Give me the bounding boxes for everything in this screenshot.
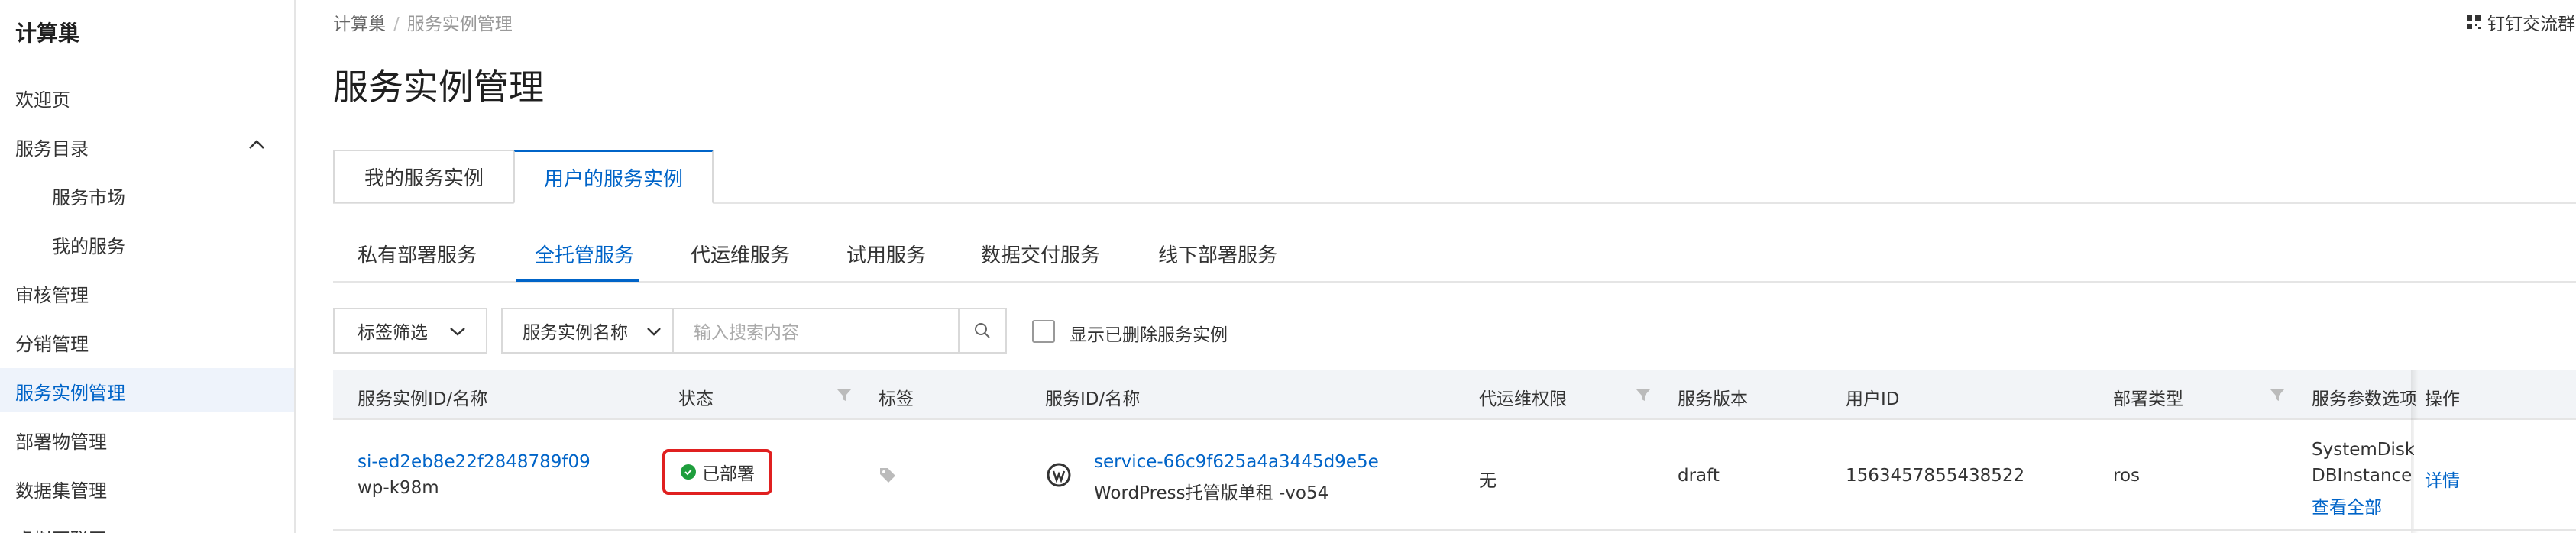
params-line: SystemDisk (2312, 440, 2416, 460)
chevron-down-icon (647, 328, 661, 336)
sidebar-item-review[interactable]: 审核管理 (15, 280, 89, 307)
search-field-label: 服务实例名称 (523, 323, 628, 343)
sidebar-item-service-catalog[interactable]: 服务目录 (15, 134, 89, 160)
search-placeholder: 输入搜索内容 (694, 323, 799, 343)
details-link[interactable]: 详情 (2425, 466, 2460, 492)
sidebar-item-distribution[interactable]: 分销管理 (15, 329, 89, 356)
instance-name: wp-k98m (358, 478, 439, 498)
show-deleted-checkbox[interactable] (1032, 320, 1055, 343)
dingtalk-group-link[interactable]: 钉钉交流群 (2466, 9, 2575, 35)
breadcrumb-current: 服务实例管理 (406, 15, 513, 34)
params-line: DBInstance (2312, 466, 2413, 486)
status-badge: 已部署 (662, 449, 772, 495)
sidebar-item-datasets[interactable]: 数据集管理 (15, 476, 107, 502)
filter-icon[interactable] (2269, 386, 2286, 403)
deploy-type-value: ros (2113, 466, 2141, 486)
subtab-data-delivery[interactable]: 数据交付服务 (981, 240, 1100, 268)
column-header-service: 服务ID/名称 (1045, 389, 1141, 409)
subtabs-divider (333, 281, 2576, 283)
status-text: 已部署 (702, 464, 755, 484)
chevron-down-icon (450, 328, 465, 336)
column-header-ops-permission: 代运维权限 (1479, 389, 1567, 409)
subtab-active-indicator (516, 279, 639, 282)
subtab-offline-deploy[interactable]: 线下部署服务 (1158, 240, 1277, 268)
search-field-select[interactable]: 服务实例名称 (501, 308, 674, 354)
column-header-version: 服务版本 (1678, 389, 1748, 409)
tag-icon[interactable] (879, 466, 897, 484)
user-id-value: 1563457855438522 (1846, 466, 2025, 486)
search-button[interactable] (958, 308, 1007, 354)
column-header-tags: 标签 (879, 389, 914, 409)
tag-filter-dropdown[interactable]: 标签筛选 (333, 308, 487, 354)
service-name: WordPress托管版单租 -vo54 (1094, 483, 1329, 503)
filter-icon[interactable] (836, 386, 853, 403)
breadcrumb: 计算巢 / 服务实例管理 (333, 9, 513, 35)
qrcode-icon (2467, 15, 2481, 29)
brand-title: 计算巢 (15, 21, 80, 46)
subtab-managed-ops[interactable]: 代运维服务 (691, 240, 790, 268)
ops-permission-value: 无 (1479, 471, 1497, 491)
subtab-trial[interactable]: 试用服务 (846, 240, 926, 268)
table-row-divider (333, 529, 2576, 531)
check-circle-icon (681, 464, 696, 480)
tag-filter-label: 标签筛选 (358, 323, 428, 343)
tab-user-instances[interactable]: 用户的服务实例 (513, 150, 714, 204)
tab-my-instances[interactable]: 我的服务实例 (333, 150, 513, 203)
sidebar: 计算巢 欢迎页 服务目录 服务市场 我的服务 审核管理 分销管理 服务实例管理 … (0, 0, 296, 533)
search-icon (975, 323, 990, 338)
sidebar-item-welcome[interactable]: 欢迎页 (15, 85, 70, 111)
column-header-user-id: 用户ID (1846, 389, 1900, 409)
sidebar-item-deployables[interactable]: 部署物管理 (15, 427, 107, 454)
filter-icon[interactable] (1635, 386, 1652, 403)
version-value: draft (1678, 466, 1720, 486)
dingtalk-label: 钉钉交流群 (2487, 15, 2575, 34)
column-header-status: 状态 (678, 389, 714, 409)
column-header-actions: 操作 (2425, 384, 2460, 410)
wordpress-icon (1047, 463, 1071, 487)
breadcrumb-home[interactable]: 计算巢 (333, 15, 386, 34)
show-deleted-label[interactable]: 显示已删除服务实例 (1070, 320, 1228, 346)
search-input[interactable]: 输入搜索内容 (672, 308, 960, 354)
subtab-private-deploy[interactable]: 私有部署服务 (358, 240, 477, 268)
column-header-instance: 服务实例ID/名称 (358, 389, 488, 409)
breadcrumb-separator: / (393, 15, 400, 34)
page-title: 服务实例管理 (333, 66, 544, 108)
subtab-fully-managed[interactable]: 全托管服务 (535, 240, 634, 268)
sidebar-item-virtual-network[interactable]: 虚拟互联网 (15, 525, 107, 533)
sidebar-item-my-services[interactable]: 我的服务 (52, 231, 125, 258)
column-header-params: 服务参数选项 (2312, 389, 2417, 409)
sidebar-item-service-market[interactable]: 服务市场 (52, 183, 125, 209)
chevron-up-icon[interactable] (248, 138, 266, 150)
instance-id-link[interactable]: si-ed2eb8e22f2848789f09 (358, 452, 591, 472)
view-all-params-link[interactable]: 查看全部 (2312, 493, 2382, 518)
column-header-deploy-type: 部署类型 (2113, 389, 2183, 409)
sidebar-item-instance-management[interactable]: 服务实例管理 (15, 378, 125, 405)
table-header (333, 370, 2576, 420)
service-id-link[interactable]: service-66c9f625a4a3445d9e5e (1094, 452, 1379, 472)
